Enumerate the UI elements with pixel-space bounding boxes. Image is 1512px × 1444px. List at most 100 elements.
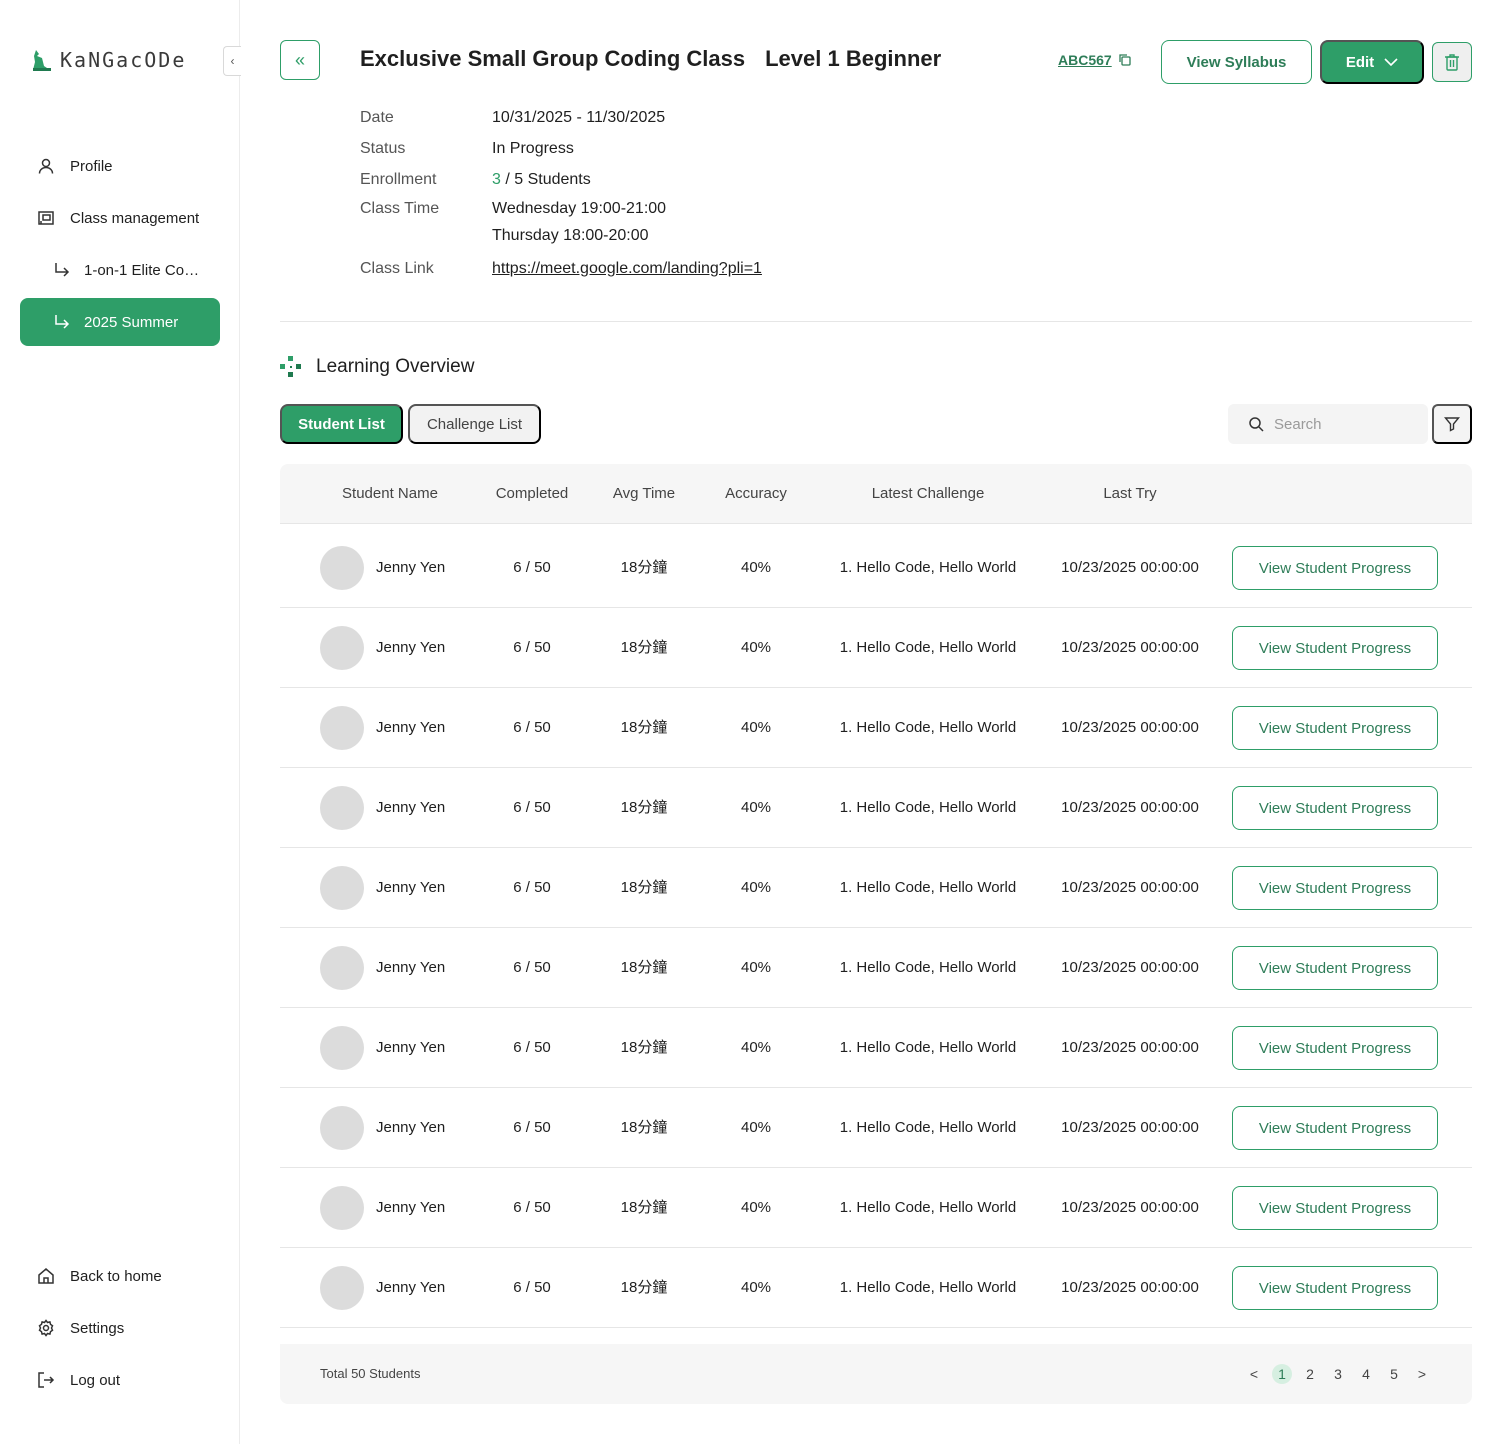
avatar (320, 1106, 364, 1150)
latest-challenge-value: 1. Hello Code, Hello World (839, 1119, 1017, 1136)
page-button-1[interactable]: 1 (1272, 1364, 1292, 1384)
class-title: Exclusive Small Group Coding Class (360, 46, 746, 71)
avatar (320, 706, 364, 750)
view-student-progress-button[interactable]: View Student Progress (1232, 1266, 1438, 1310)
view-student-progress-button[interactable]: View Student Progress (1232, 1106, 1438, 1150)
nav-item-settings[interactable]: Settings (20, 1304, 220, 1352)
view-student-progress-button[interactable]: View Student Progress (1232, 1186, 1438, 1230)
view-student-progress-button[interactable]: View Student Progress (1232, 866, 1438, 910)
latest-challenge-value: 1. Hello Code, Hello World (839, 799, 1017, 816)
student-name: Jenny Yen (376, 719, 446, 736)
latest-challenge-value: 1. Hello Code, Hello World (839, 1039, 1017, 1056)
avg-time-value: 18分鐘 (620, 559, 668, 576)
class-time-1: Wednesday 19:00-21:00 (492, 200, 667, 217)
class-time-2: Thursday 18:00-20:00 (492, 227, 649, 244)
col-accuracy: Accuracy (725, 485, 787, 502)
info-row-enrollment: Enrollment 3 / 5 Students (360, 164, 762, 195)
accuracy-value: 40% (740, 1039, 772, 1056)
page-button-5[interactable]: 5 (1384, 1364, 1404, 1384)
info-label: Class Link (360, 259, 434, 277)
nav-item-class-management[interactable]: Class management (20, 194, 220, 242)
table-row: Jenny Yen 6 / 50 18分鐘 40% 1. Hello Code, Hel… (280, 688, 1472, 768)
info-value: In Progress (492, 139, 574, 157)
avg-time-value: 18分鐘 (620, 719, 668, 736)
view-student-progress-button[interactable]: View Student Progress (1232, 786, 1438, 830)
view-student-progress-button[interactable]: View Student Progress (1232, 626, 1438, 670)
logo-text: KaNGacODe (60, 48, 187, 72)
class-code-copy[interactable]: ABC567 (1058, 52, 1132, 68)
nav-item-back-to-home[interactable]: Back to home (20, 1252, 220, 1300)
last-try-value: 10/23/2025 00:00:00 (1061, 1199, 1199, 1216)
chevron-left-icon: ‹ (230, 54, 235, 68)
search-box[interactable] (1228, 404, 1428, 444)
avatar (320, 1266, 364, 1310)
prev-page-button[interactable]: < (1244, 1364, 1264, 1384)
student-name: Jenny Yen (376, 879, 446, 896)
class-link[interactable]: https://meet.google.com/landing?pli=1 (492, 260, 762, 278)
sub-arrow-icon (52, 260, 72, 280)
class-code[interactable]: ABC567 (1058, 52, 1112, 68)
filter-button[interactable] (1432, 404, 1472, 444)
accuracy-value: 40% (740, 1279, 772, 1296)
search-icon (1249, 417, 1264, 432)
divider (280, 321, 1472, 322)
col-last-try: Last Try (1103, 485, 1157, 502)
avg-time-value: 18分鐘 (620, 879, 668, 896)
nav-label: 2025 Summer (84, 313, 179, 331)
view-student-progress-button[interactable]: View Student Progress (1232, 1026, 1438, 1070)
info-row-date: Date 10/31/2025 - 11/30/2025 (360, 102, 762, 133)
nav-item-profile[interactable]: Profile (20, 142, 220, 190)
nav-label: Profile (70, 157, 113, 175)
class-level: Level 1 Beginner (765, 46, 942, 71)
nav-item-log-out[interactable]: Log out (20, 1356, 220, 1404)
info-value: 3 / 5 Students (492, 171, 591, 189)
nav-item-2025-summer[interactable]: 2025 Summer (20, 298, 220, 346)
completed-value: 6 / 50 (513, 959, 551, 976)
avg-time-value: 18分鐘 (620, 1119, 668, 1136)
table-body: Jenny Yen 6 / 50 18分鐘 40% 1. Hello Code, Hel… (280, 524, 1472, 1328)
nav-label: Settings (70, 1319, 125, 1337)
view-student-progress-button[interactable]: View Student Progress (1232, 706, 1438, 750)
table-header: Student Name Completed Avg Time Accuracy… (280, 464, 1472, 524)
avg-time-value: 18分鐘 (620, 1279, 668, 1296)
nav-item-1on1-elite[interactable]: 1-on-1 Elite Coding (20, 246, 220, 294)
completed-value: 6 / 50 (513, 879, 551, 896)
next-page-button[interactable]: > (1412, 1364, 1432, 1384)
sidebar: KaNGacODe ‹ Profile Class management 1-o… (0, 0, 241, 1444)
table-row: Jenny Yen 6 / 50 18分鐘 40% 1. Hello Code, Hel… (280, 928, 1472, 1008)
tab-student-list[interactable]: Student List (280, 404, 403, 444)
kangaroo-logo-icon (33, 50, 51, 71)
classroom-icon (36, 208, 56, 228)
accuracy-value: 40% (740, 559, 772, 576)
enrollment-capacity: / 5 Students (500, 170, 591, 188)
logout-icon (36, 1370, 56, 1390)
dots-icon (280, 356, 301, 377)
view-student-progress-button[interactable]: View Student Progress (1232, 546, 1438, 590)
view-syllabus-button[interactable]: View Syllabus (1161, 40, 1312, 84)
logo[interactable]: KaNGacODe (30, 48, 186, 72)
latest-challenge-value: 1. Hello Code, Hello World (839, 639, 1017, 656)
page-button-3[interactable]: 3 (1328, 1364, 1348, 1384)
back-button[interactable]: « (280, 40, 320, 80)
search-input[interactable] (1274, 415, 1414, 433)
collapse-sidebar-button[interactable]: ‹ (223, 46, 241, 76)
tab-challenge-list[interactable]: Challenge List (408, 404, 541, 444)
info-label: Class Time (360, 200, 440, 217)
delete-button[interactable] (1432, 42, 1472, 82)
edit-dropdown-button[interactable]: Edit (1320, 40, 1424, 84)
avatar (320, 1186, 364, 1230)
info-label: Date (360, 108, 394, 126)
latest-challenge-value: 1. Hello Code, Hello World (839, 719, 1017, 736)
copy-icon[interactable] (1118, 53, 1132, 67)
page-title: Exclusive Small Group Coding Class Level … (360, 46, 941, 72)
table-footer: Total 50 Students <1 2 3 4 5 > (280, 1344, 1472, 1404)
student-name: Jenny Yen (376, 639, 446, 656)
page-button-4[interactable]: 4 (1356, 1364, 1376, 1384)
info-value: Wednesday 19:00-21:00 Thursday 18:00-20:… (492, 195, 666, 249)
view-student-progress-button[interactable]: View Student Progress (1232, 946, 1438, 990)
student-name: Jenny Yen (376, 799, 446, 816)
col-latest-challenge: Latest Challenge (871, 485, 985, 502)
page-button-2[interactable]: 2 (1300, 1364, 1320, 1384)
col-completed: Completed (495, 485, 569, 502)
last-try-value: 10/23/2025 00:00:00 (1061, 719, 1199, 736)
